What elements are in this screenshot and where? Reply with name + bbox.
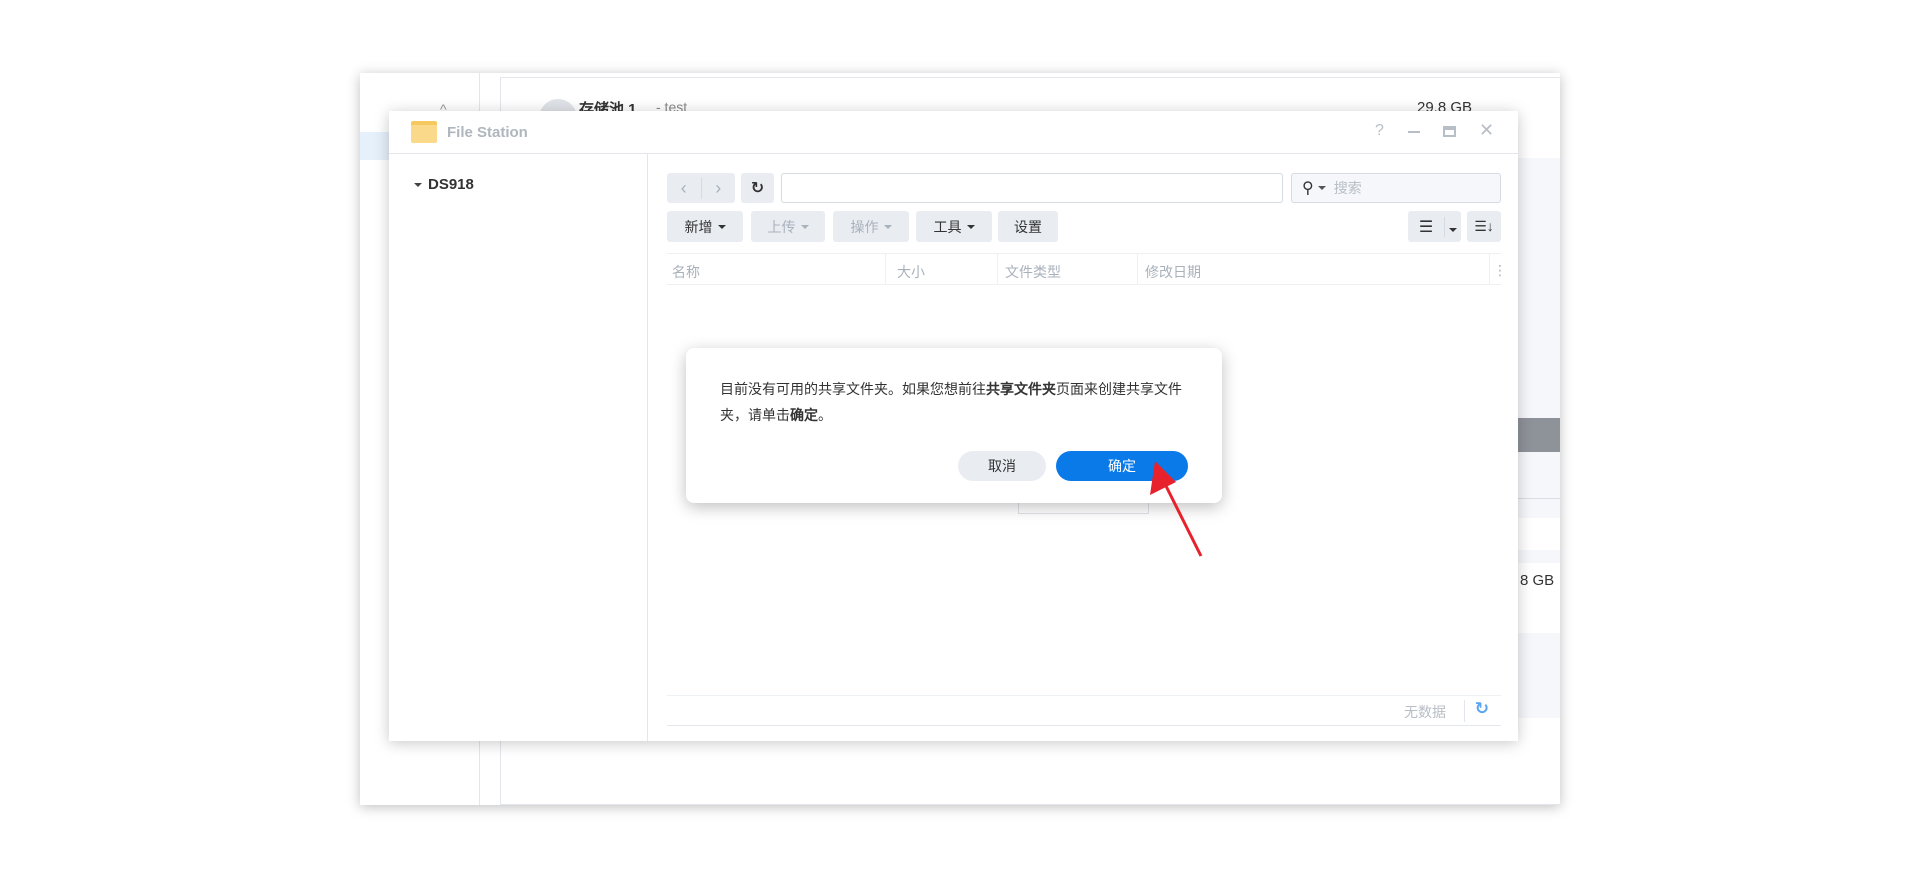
annotation-arrow: [1150, 461, 1203, 557]
